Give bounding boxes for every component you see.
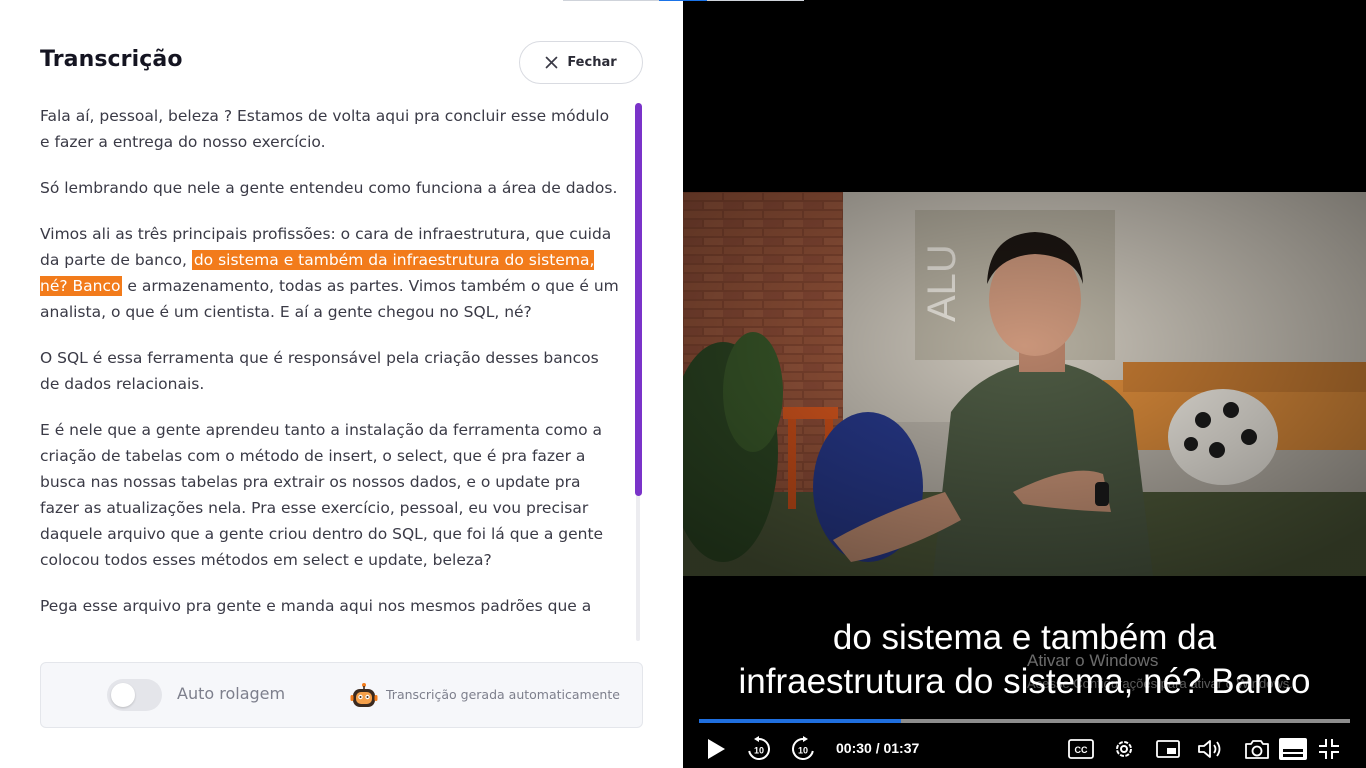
volume-button[interactable] xyxy=(1197,735,1225,763)
transcript-paragraph: Só lembrando que nele a gente entendeu c… xyxy=(40,179,618,197)
video-frame-image: ALU xyxy=(683,192,1366,576)
gear-icon xyxy=(1116,741,1132,757)
transcript-footer: Auto rolagem Transcrição gerada automati… xyxy=(40,662,643,728)
transcript-paragraph-current: Vimos ali as três principais profissões:… xyxy=(40,221,622,325)
auto-scroll-label: Auto rolagem xyxy=(177,684,286,703)
theater-mode-icon xyxy=(1279,738,1307,760)
picture-in-picture-icon xyxy=(1156,740,1180,758)
settings-button[interactable] xyxy=(1111,735,1137,763)
captions-label: CC xyxy=(1075,745,1088,755)
play-button[interactable] xyxy=(703,735,729,763)
toggle-knob xyxy=(111,683,135,707)
exit-fullscreen-icon xyxy=(1319,739,1339,759)
play-icon xyxy=(708,739,725,759)
caption-line-1: do sistema e também da xyxy=(832,618,1217,657)
forward-seconds: 10 xyxy=(798,746,808,756)
panel-title: Transcrição xyxy=(40,47,183,72)
close-button[interactable]: Fechar xyxy=(519,41,643,84)
transcript-paragraph: O SQL é essa ferramenta que é responsáve… xyxy=(40,349,599,393)
transcript-paragraph: Pega esse arquivo pra gente e manda aqui… xyxy=(40,597,592,615)
screenshot-button[interactable] xyxy=(1243,735,1271,763)
rewind-10-button[interactable]: 10 xyxy=(745,735,773,763)
video-frame[interactable]: ALU xyxy=(683,192,1366,576)
forward-10-button[interactable]: 10 xyxy=(789,735,817,763)
top-indicator xyxy=(563,0,804,1)
video-player[interactable]: ALU do xyxy=(683,0,1366,768)
transcript-paragraph: Fala aí, pessoal, beleza ? Estamos de vo… xyxy=(40,107,610,151)
transcript-scrollbar-thumb[interactable] xyxy=(635,103,642,496)
volume-icon xyxy=(1198,740,1221,758)
robot-icon xyxy=(350,683,378,707)
transcript-text: Fala aí, pessoal, beleza ? Estamos de vo… xyxy=(40,103,622,641)
rewind-seconds: 10 xyxy=(754,746,764,756)
rewind-10-icon: 10 xyxy=(748,736,770,760)
auto-generated-label: Transcrição gerada automaticamente xyxy=(386,687,620,702)
transcript-panel: Transcrição Fechar Fala aí, pessoal, bel… xyxy=(0,0,804,768)
transcript-text-after: e armazenamento, todas as partes. Vimos … xyxy=(40,277,619,321)
close-label: Fechar xyxy=(567,55,617,70)
forward-10-icon: 10 xyxy=(792,736,814,760)
time-display: 00:30 / 01:37 xyxy=(836,740,920,756)
auto-scroll-toggle[interactable] xyxy=(107,679,162,711)
theater-mode-button[interactable] xyxy=(1279,735,1307,763)
captions-button[interactable]: CC xyxy=(1067,735,1095,763)
caption-line-2: infraestrutura do sistema, né? Banco xyxy=(738,662,1311,701)
exit-fullscreen-button[interactable] xyxy=(1317,735,1341,763)
transcript-paragraph: E é nele que a gente aprendeu tanto a in… xyxy=(40,421,604,569)
close-icon xyxy=(545,56,558,69)
captions-icon: CC xyxy=(1068,739,1094,759)
progress-bar-fill xyxy=(699,719,901,723)
picture-in-picture-button[interactable] xyxy=(1155,735,1181,763)
progress-bar[interactable] xyxy=(699,719,1350,723)
camera-icon xyxy=(1245,740,1269,759)
